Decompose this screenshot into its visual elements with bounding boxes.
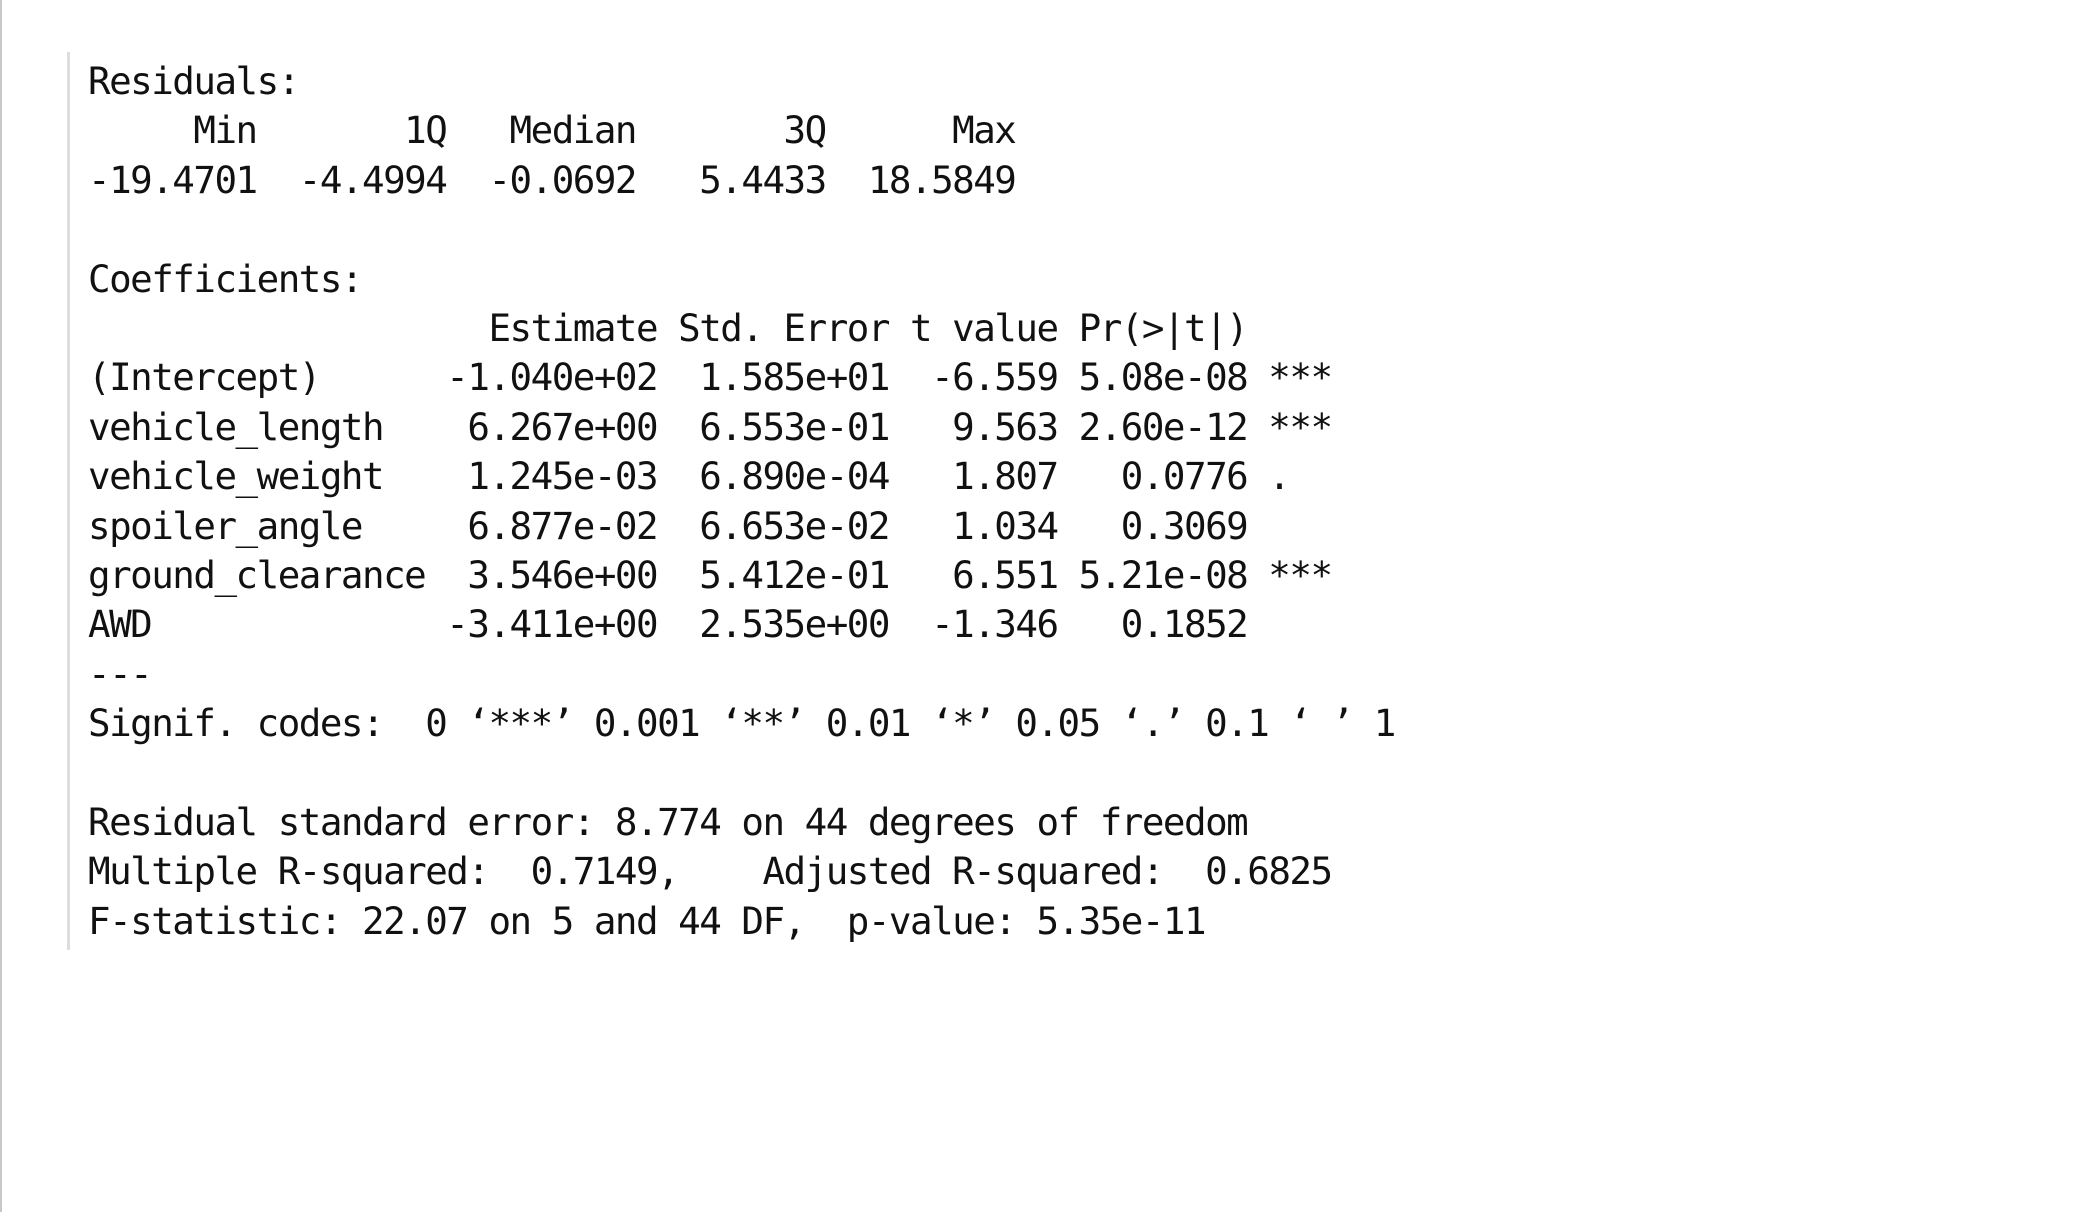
r-squared-line: Multiple R-squared: 0.7149, Adjusted R-s…	[88, 849, 1353, 894]
separator-line: ---	[88, 651, 153, 696]
coefficient-row-vehicle-weight: vehicle_weight 1.245e-03 6.890e-04 1.807…	[88, 454, 1332, 499]
residuals-header-row: Min 1Q Median 3Q Max	[88, 108, 1037, 153]
coefficient-row-intercept: (Intercept) -1.040e+02 1.585e+01 -6.559 …	[88, 355, 1333, 400]
residuals-values-row: -19.4701 -4.4994 -0.0692 5.4433 18.5849	[88, 157, 1037, 202]
coefficient-row-vehicle-length: vehicle_length 6.267e+00 6.553e-01 9.563…	[88, 404, 1333, 449]
coefficient-row-awd: AWD -3.411e+00 2.535e+00 -1.346 0.1852	[88, 602, 1332, 647]
coefficients-heading: Coefficients:	[88, 256, 363, 301]
residuals-heading: Residuals:	[88, 59, 300, 103]
regression-summary-output: Residuals: Min 1Q Median 3Q Max -19.4701…	[67, 52, 1630, 950]
f-statistic-line: F-statistic: 22.07 on 5 and 44 DF, p-val…	[88, 898, 1207, 943]
coefficient-row-spoiler-angle: spoiler_angle 6.877e-02 6.653e-02 1.034 …	[88, 503, 1332, 548]
significance-codes: Signif. codes: 0 ‘***’ 0.001 ‘**’ 0.01 ‘…	[88, 701, 1396, 746]
coefficient-row-ground-clearance: ground_clearance 3.546e+00 5.412e-01 6.5…	[88, 552, 1333, 597]
residual-standard-error: Residual standard error: 8.774 on 44 deg…	[88, 799, 1249, 844]
console-output-text: Residuals: Min 1Q Median 3Q Max -19.4701…	[88, 57, 1396, 946]
window-left-border	[0, 0, 2, 1212]
coefficients-header-row: Estimate Std. Error t value Pr(>|t|)	[88, 305, 1332, 350]
